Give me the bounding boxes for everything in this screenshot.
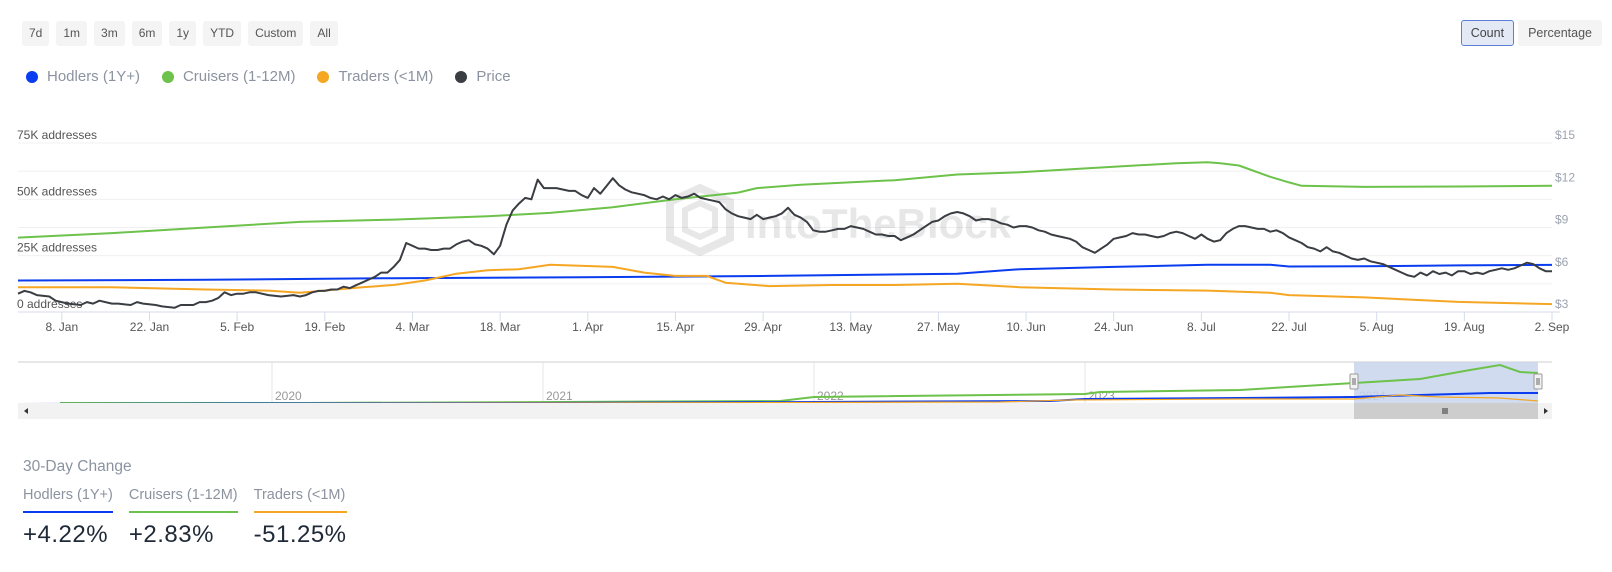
- watermark-text: IntoTheBlock: [745, 200, 1012, 247]
- y-left-tick-label: 25K addresses: [17, 241, 97, 255]
- change-item: Traders (<1M) -51.25%: [253, 487, 347, 549]
- x-tick-label: 18. Mar: [480, 320, 521, 334]
- y-right-tick-label: $3: [1555, 297, 1569, 311]
- navigator-scrollbar-track[interactable]: [18, 403, 1552, 419]
- y-left-tick-label: 75K addresses: [17, 128, 97, 142]
- x-tick-label: 13. May: [829, 320, 872, 334]
- chart-legend: Hodlers (1Y+) Cruisers (1-12M) Traders (<1…: [26, 68, 511, 85]
- y-right-tick-label: $15: [1555, 128, 1575, 142]
- legend-label: Traders (<1M): [338, 68, 434, 85]
- legend-label: Hodlers (1Y+): [47, 68, 140, 85]
- change-label: Traders (<1M): [253, 487, 347, 513]
- x-tick-label: 5. Aug: [1360, 320, 1394, 334]
- thirty-day-change: 30-Day Change Hodlers (1Y+) +4.22% Cruiser…: [23, 458, 347, 549]
- change-title: 30-Day Change: [23, 458, 132, 475]
- series-line-traders-1m: [18, 263, 1553, 306]
- x-tick-label: 2. Sep: [1535, 320, 1570, 334]
- legend-dot-icon: [161, 70, 174, 83]
- legend-dot-icon: [317, 70, 330, 83]
- navigator-handle-left[interactable]: [1349, 373, 1359, 390]
- x-tick-label: 15. Apr: [656, 320, 694, 334]
- x-tick-label: 4. Mar: [395, 320, 429, 334]
- x-tick-label: 29. Apr: [744, 320, 782, 334]
- x-tick-label: 8. Jan: [45, 320, 78, 334]
- legend-item[interactable]: Cruisers (1-12M): [161, 68, 296, 85]
- range-button-1y[interactable]: 1y: [169, 21, 197, 46]
- legend-dot-icon: [26, 70, 38, 83]
- watermark: IntoTheBlock: [666, 183, 1012, 257]
- x-tick-label: 24. Jun: [1094, 320, 1133, 334]
- legend-dot-icon: [455, 70, 468, 83]
- x-tick-label: 22. Jul: [1271, 320, 1306, 334]
- legend-label: Cruisers (1-12M): [182, 68, 296, 85]
- legend-label: Price: [476, 68, 511, 85]
- range-button-7d[interactable]: 7d: [22, 21, 50, 46]
- range-button-1m[interactable]: 1m: [56, 21, 88, 46]
- x-tick-label: 1. Apr: [572, 320, 603, 334]
- mode-button-count[interactable]: Count: [1460, 20, 1515, 46]
- navigator-handle-right[interactable]: [1533, 373, 1543, 390]
- navigator-year-label: 2020: [275, 389, 302, 403]
- x-tick-label: 10. Jun: [1006, 320, 1045, 334]
- change-value: -51.25%: [253, 521, 347, 548]
- legend-item[interactable]: Traders (<1M): [317, 68, 433, 85]
- y-left-tick-label: 50K addresses: [17, 184, 97, 198]
- y-right-tick-label: $6: [1555, 255, 1569, 269]
- change-label: Cruisers (1-12M): [128, 487, 238, 513]
- change-value: +2.83%: [128, 521, 214, 548]
- navigator[interactable]: 20202021202220232024: [0, 360, 1612, 425]
- change-label: Hodlers (1Y+): [23, 487, 113, 513]
- x-tick-label: 19. Feb: [304, 320, 345, 334]
- y-right-tick-label: $12: [1555, 170, 1575, 184]
- x-tick-label: 8. Jul: [1187, 320, 1216, 334]
- x-tick-label: 27. May: [917, 320, 960, 334]
- x-tick-label: 5. Feb: [220, 320, 254, 334]
- legend-item[interactable]: Hodlers (1Y+): [26, 68, 140, 85]
- x-tick-label: 22. Jan: [130, 320, 169, 334]
- range-button-ytd[interactable]: YTD: [203, 21, 242, 46]
- mode-button-percentage[interactable]: Percentage: [1518, 20, 1602, 46]
- x-tick-label: 19. Aug: [1444, 320, 1485, 334]
- change-value: +4.22%: [23, 521, 109, 548]
- series-line-hodlers-1y: [17, 263, 1553, 282]
- range-button-3m[interactable]: 3m: [94, 21, 125, 46]
- range-selector: 7d 1m 3m 6m 1y YTD Custom All: [22, 21, 338, 46]
- change-item: Hodlers (1Y+) +4.22%: [23, 487, 113, 549]
- navigator-year-label: 2021: [546, 389, 573, 403]
- change-columns: Hodlers (1Y+) +4.22% Cruisers (1-12M) +2.83…: [23, 487, 347, 549]
- display-mode-toggle: Count Percentage: [1460, 20, 1602, 46]
- legend-item[interactable]: Price: [455, 68, 511, 85]
- y-right-tick-label: $9: [1555, 213, 1569, 227]
- main-chart: IntoTheBlock0 addresses25K addresses50K …: [17, 128, 1575, 334]
- range-button-all[interactable]: All: [310, 21, 338, 46]
- range-button-6m[interactable]: 6m: [131, 21, 163, 46]
- change-item: Cruisers (1-12M) +2.83%: [128, 487, 238, 549]
- navigator-scrollbar-thumb[interactable]: [1354, 403, 1538, 419]
- range-button-custom[interactable]: Custom: [248, 21, 304, 46]
